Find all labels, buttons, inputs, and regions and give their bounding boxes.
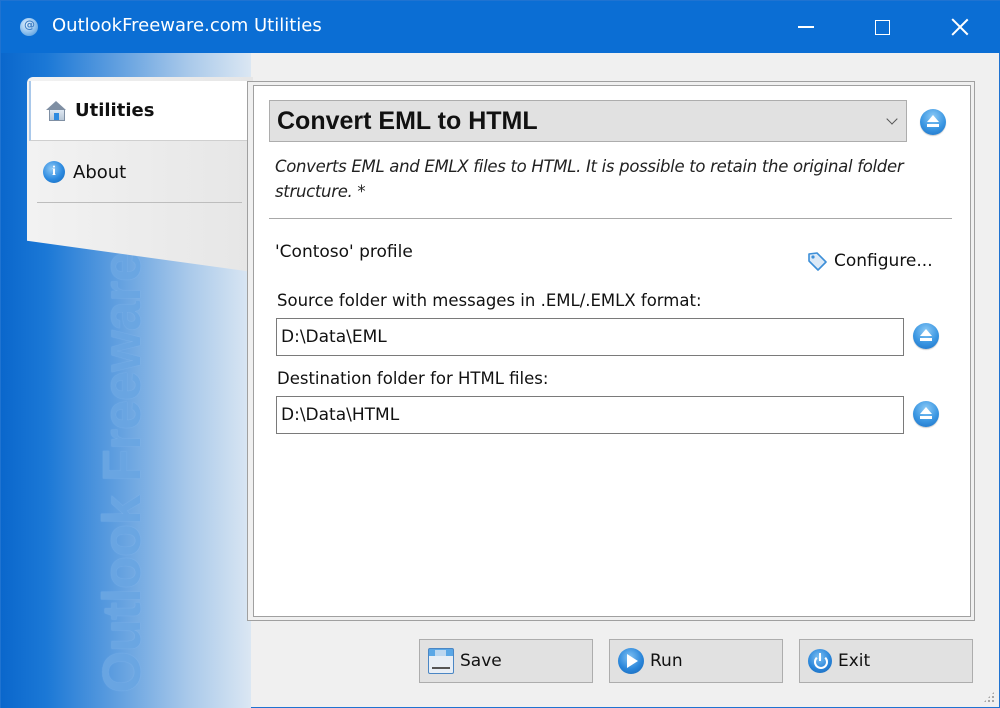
home-icon (45, 100, 67, 122)
tab-divider (37, 202, 242, 203)
source-folder-input[interactable] (276, 318, 904, 356)
play-icon (618, 648, 644, 674)
tab-about[interactable]: i About (29, 142, 251, 202)
tag-icon (806, 250, 828, 272)
configure-label: Configure... (834, 251, 933, 271)
run-button[interactable]: Run (609, 639, 783, 683)
utility-description: Converts EML and EMLX files to HTML. It … (275, 157, 904, 201)
destination-folder-label: Destination folder for HTML files: (277, 369, 549, 388)
section-divider (269, 218, 952, 219)
maximize-icon (874, 19, 890, 35)
source-browse-button[interactable] (913, 323, 939, 349)
close-icon (951, 18, 969, 36)
tab-utilities-label: Utilities (75, 100, 155, 121)
minimize-icon (798, 26, 814, 28)
utility-eject-button[interactable] (920, 109, 946, 135)
tab-utilities[interactable]: Utilities (29, 81, 251, 141)
app-window: OutlookFreeware.com Utilities Outlook Fr… (0, 0, 1000, 708)
close-button[interactable] (925, 1, 995, 53)
power-icon (808, 649, 832, 673)
destination-browse-button[interactable] (913, 401, 939, 427)
source-folder-label: Source folder with messages in .EML/.EML… (277, 291, 702, 310)
profile-label: 'Contoso' profile (275, 242, 413, 262)
exit-label: Exit (838, 651, 871, 671)
maximize-button[interactable] (847, 1, 917, 53)
tab-about-label: About (73, 161, 127, 183)
destination-folder-input[interactable] (276, 396, 904, 434)
minimize-button[interactable] (771, 1, 841, 53)
save-label: Save (460, 651, 502, 671)
floppy-disk-icon (428, 648, 454, 674)
utility-select[interactable]: Convert EML to HTML (269, 100, 907, 142)
run-label: Run (650, 651, 683, 671)
save-button[interactable]: Save (419, 639, 593, 683)
info-icon: i (43, 161, 65, 183)
window-title: OutlookFreeware.com Utilities (52, 15, 322, 36)
resize-grip[interactable] (983, 691, 995, 703)
exit-button[interactable]: Exit (799, 639, 973, 683)
configure-button[interactable]: Configure... (806, 248, 933, 274)
app-logo-icon (20, 18, 38, 36)
utility-select-value: Convert EML to HTML (277, 107, 538, 135)
title-bar[interactable]: OutlookFreeware.com Utilities (1, 1, 1000, 53)
chevron-down-icon (886, 113, 898, 125)
